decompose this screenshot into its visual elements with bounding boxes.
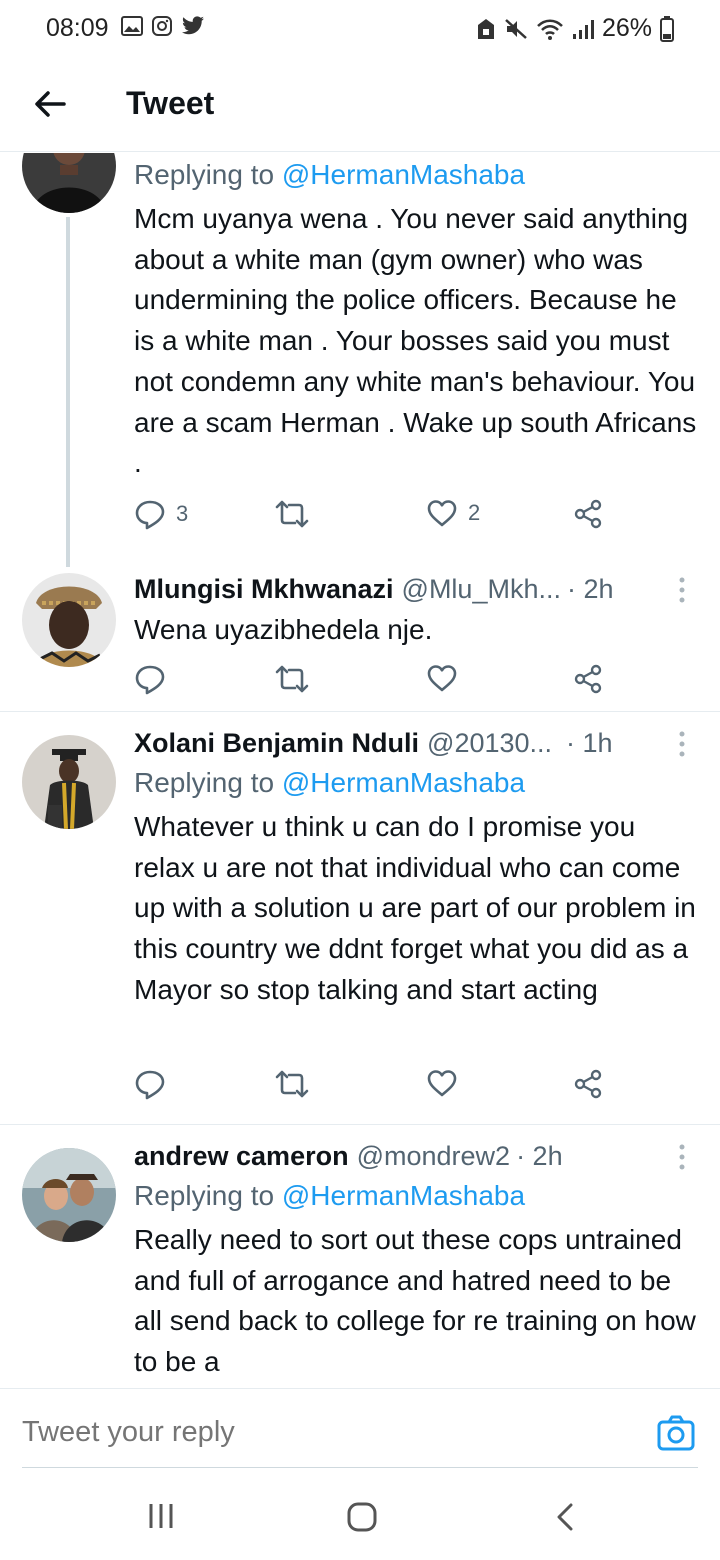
camera-icon[interactable] — [656, 1413, 696, 1453]
retweet-button[interactable] — [274, 1068, 310, 1100]
home-icon[interactable] — [346, 1502, 378, 1532]
more-options-icon[interactable] — [670, 1142, 694, 1172]
avatar[interactable] — [22, 735, 116, 829]
tweet-time: · 1h — [566, 728, 613, 758]
like-button[interactable] — [426, 1068, 458, 1098]
signal-icon — [572, 19, 594, 39]
mute-icon — [505, 18, 527, 39]
reply-count: 3 — [176, 501, 189, 526]
avatar[interactable] — [22, 153, 116, 213]
retweet-icon — [275, 500, 309, 528]
replying-to: Replying to @HermanMashaba — [134, 159, 526, 190]
tweet-item[interactable]: Mlungisi Mkhwanazi @Mlu_Mkh... · 2h Wena… — [0, 561, 720, 711]
like-button[interactable]: 2 — [426, 498, 480, 528]
heart-icon — [427, 500, 457, 527]
page-title: Tweet — [126, 85, 215, 121]
author-name[interactable]: andrew cameron — [134, 1138, 349, 1174]
battery-percent: 26% — [601, 14, 652, 42]
tweet-actions — [134, 663, 614, 703]
reply-composer — [0, 1388, 720, 1468]
tweet-text: Wena uyazibhedela nje. — [134, 614, 433, 645]
share-icon — [574, 664, 602, 694]
retweet-button[interactable] — [274, 663, 310, 695]
top-app-bar: Tweet — [0, 60, 720, 152]
share-icon — [574, 499, 602, 529]
like-button[interactable] — [426, 663, 458, 693]
instagram-icon — [152, 16, 172, 36]
tweet-text: Mcm uyanya wena . You never said anythin… — [134, 203, 697, 479]
thread-line — [66, 217, 70, 567]
system-nav-bar — [0, 1470, 720, 1560]
recent-apps-icon[interactable] — [146, 1502, 176, 1530]
replying-to: Replying to @HermanMashaba — [134, 767, 526, 798]
replying-to-handle[interactable]: @HermanMashaba — [282, 159, 525, 190]
battery-icon — [660, 15, 674, 42]
avatar[interactable] — [22, 573, 116, 667]
status-bar: 08:09 26% — [0, 0, 720, 60]
author-name[interactable]: Mlungisi Mkhwanazi — [134, 571, 394, 607]
heart-icon — [427, 1070, 457, 1097]
tweet-item[interactable]: Xolani Benjamin Nduli @20130... · 1h Rep… — [0, 712, 720, 1124]
reply-icon — [135, 1070, 165, 1100]
share-button[interactable] — [572, 663, 604, 695]
reply-button[interactable] — [134, 1068, 166, 1100]
retweet-icon — [275, 1070, 309, 1098]
replying-to-handle[interactable]: @HermanMashaba — [282, 767, 525, 798]
heart-icon — [427, 665, 457, 692]
retweet-button[interactable] — [274, 498, 310, 530]
lock-icon — [477, 18, 494, 39]
more-options-icon[interactable] — [670, 729, 694, 759]
tweet-actions — [134, 1068, 614, 1108]
author-handle[interactable]: @Mlu_Mkh... — [402, 571, 561, 607]
tweet-text: Really need to sort out these cops untra… — [134, 1224, 696, 1378]
wifi-icon — [537, 19, 563, 40]
tweet-actions: 3 2 — [134, 498, 614, 538]
tweet-time: · 2h — [516, 1141, 563, 1171]
author-handle[interactable]: @mondrew2 — [357, 1138, 510, 1174]
like-count: 2 — [468, 500, 481, 525]
avatar[interactable] — [22, 1148, 116, 1242]
reply-button[interactable] — [134, 663, 166, 695]
reply-icon — [135, 500, 165, 530]
back-icon[interactable] — [554, 1502, 576, 1532]
share-button[interactable] — [572, 1068, 604, 1100]
replying-to: Replying to @HermanMashaba — [134, 1180, 526, 1211]
back-arrow-icon[interactable] — [32, 86, 68, 122]
more-options-icon[interactable] — [670, 575, 694, 605]
tweet-text: Whatever u think u can do I promise you … — [134, 811, 696, 1005]
tweet-item[interactable]: andrew cameron @mondrew2 · 2h Replying t… — [0, 1125, 720, 1388]
replying-to-handle[interactable]: @HermanMashaba — [282, 1180, 525, 1211]
composer-underline — [22, 1467, 698, 1468]
author-name[interactable]: Xolani Benjamin Nduli — [134, 725, 419, 761]
twitter-bird-icon — [182, 16, 204, 35]
tweet-reply-input[interactable] — [22, 1416, 582, 1449]
share-icon — [574, 1069, 602, 1099]
tweet-item[interactable]: Replying to @HermanMashaba Mcm uyanya we… — [0, 153, 720, 567]
reply-feed[interactable]: Replying to @HermanMashaba Mcm uyanya we… — [0, 153, 720, 1388]
status-time: 08:09 — [46, 14, 109, 42]
retweet-icon — [275, 665, 309, 693]
tweet-time: · 2h — [566, 574, 614, 604]
reply-icon — [135, 665, 165, 695]
share-button[interactable] — [572, 498, 604, 530]
reply-button[interactable]: 3 — [134, 498, 188, 530]
author-handle[interactable]: @20130... — [427, 725, 552, 761]
gallery-icon — [121, 16, 143, 36]
